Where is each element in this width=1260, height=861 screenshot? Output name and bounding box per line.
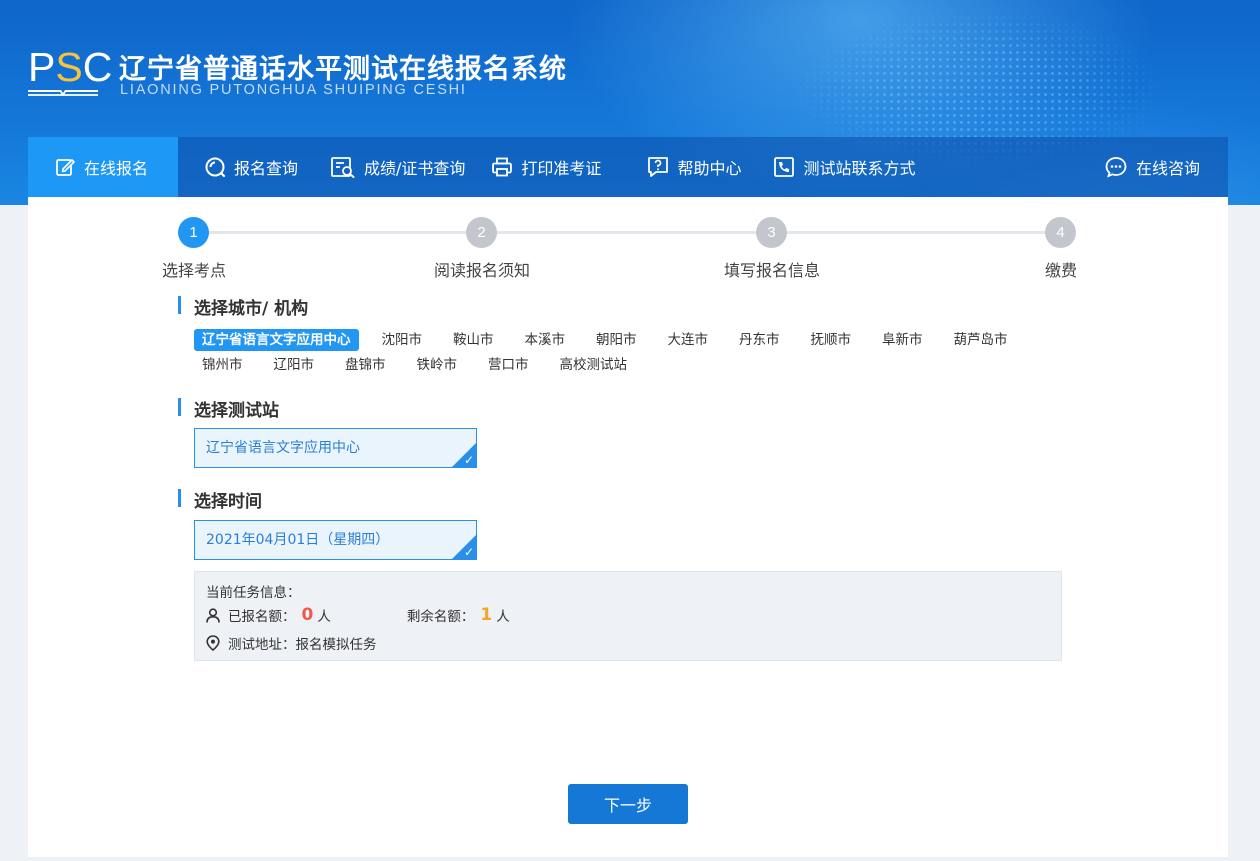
nav-score-certificate-query[interactable]: 成绩/证书查询 [330,137,465,197]
city-option[interactable]: 抚顺市 [803,329,860,351]
city-option[interactable]: 高校测试站 [552,354,636,376]
city-option[interactable]: 丹东市 [731,329,788,351]
registered-count: 0 [301,605,314,625]
city-selector: 辽宁省语言文字应用中心 沈阳市 鞍山市 本溪市 朝阳市 大连市 丹东市 抚顺市 … [194,327,1074,377]
step-2-circle: 2 [466,217,497,248]
task-info-heading: 当前任务信息： [206,585,301,601]
chat-icon [1105,157,1127,178]
site-title: 辽宁省普通话水平测试在线报名系统 [119,54,567,85]
time-section-title: 选择时间 [178,487,262,512]
address-label: 测试地址： [228,637,296,653]
city-option[interactable]: 阜新市 [874,329,931,351]
nav-online-registration[interactable]: 在线报名 [28,137,178,197]
check-icon: ✓ [463,453,474,467]
header-banner: PSC 辽宁省普通话水平测试在线报名系统 LIAONING PUTONGHUA … [0,0,1260,205]
city-option[interactable]: 铁岭市 [409,354,466,376]
remaining-label: 剩余名额： [406,609,475,625]
quota-row: 已报名额： 0 人 剩余名额： 1 人 [206,605,510,625]
city-option[interactable]: 辽阳市 [266,354,323,376]
nav-label: 打印准考证 [521,159,602,178]
logo-letters: PSC [28,44,113,90]
step-1-label: 选择考点 [161,261,227,280]
address-value: 报名模拟任务 [295,637,377,653]
test-station-value: 辽宁省语言文字应用中心 [206,440,360,456]
certificate-search-icon [331,157,355,178]
psc-logo[interactable]: PSC [28,44,113,99]
help-icon [648,157,669,177]
test-station-option[interactable]: 辽宁省语言文字应用中心 ✓ [194,428,477,468]
nav-label: 报名查询 [234,159,299,178]
address-row: 测试地址： 报名模拟任务 [206,633,377,653]
search-icon [205,157,226,178]
nav-label: 测试站联系方式 [803,159,916,178]
nav-label: 在线报名 [83,159,148,178]
progress-steps: 1 选择考点 2 阅读报名须知 3 填写报名信息 4 缴费 [28,197,1228,287]
nav-help-center[interactable]: 帮助中心 [647,137,741,197]
city-row: 辽宁省语言文字应用中心 沈阳市 鞍山市 本溪市 朝阳市 大连市 丹东市 抚顺市 … [194,327,1074,352]
step-1-circle: 1 [178,217,209,248]
printer-icon [492,157,513,177]
city-section-title: 选择城市/ 机构 [178,294,308,319]
task-info-box: 当前任务信息： 已报名额： 0 人 剩余名额： 1 人 测试地址： 报名模拟任务 [194,571,1062,661]
step-track [194,231,1062,234]
registration-panel: 1 选择考点 2 阅读报名须知 3 填写报名信息 4 缴费 选择城市/ 机构 辽… [28,197,1228,857]
nav-label: 成绩/证书查询 [364,159,466,178]
test-time-value: 2021年04月01日（星期四） [206,532,390,548]
phone-icon [774,157,795,177]
nav-print-admission-ticket[interactable]: 打印准考证 [491,137,601,197]
check-icon: ✓ [463,545,474,559]
city-row: 锦州市 辽阳市 盘锦市 铁岭市 营口市 高校测试站 [194,352,1074,377]
city-option[interactable]: 本溪市 [517,329,574,351]
remaining-count: 1 [480,605,493,625]
nav-station-contacts[interactable]: 测试站联系方式 [773,137,915,197]
city-option[interactable]: 沈阳市 [374,329,431,351]
nav-label: 帮助中心 [677,159,742,178]
step-4-label: 缴费 [1044,261,1078,280]
book-icon [28,90,98,96]
registered-unit: 人 [317,609,331,625]
step-3-label: 填写报名信息 [723,261,821,280]
edit-icon [56,159,75,176]
next-step-button[interactable]: 下一步 [568,784,688,824]
city-option[interactable]: 朝阳市 [588,329,645,351]
location-pin-icon [206,635,220,651]
step-3-circle: 3 [756,217,787,248]
remaining-unit: 人 [496,609,510,625]
site-subtitle: LIAONING PUTONGHUA SHUIPING CESHI [120,82,467,98]
station-section-title: 选择测试站 [178,396,279,421]
city-option[interactable]: 营口市 [480,354,537,376]
city-option[interactable]: 锦州市 [194,354,251,376]
city-option[interactable]: 葫芦岛市 [946,329,1016,351]
nav-label: 在线咨询 [1135,159,1200,178]
nav-online-consult[interactable]: 在线咨询 [1104,137,1200,197]
registered-label: 已报名额： [228,609,296,625]
city-option[interactable]: 盘锦市 [337,354,394,376]
step-2-label: 阅读报名须知 [433,261,531,280]
test-time-option[interactable]: 2021年04月01日（星期四） ✓ [194,520,477,560]
main-nav: 在线报名 报名查询 成绩/证书查询 打印准考证 帮助中心 测试站联系方式 在线咨… [28,137,1228,197]
city-option[interactable]: 大连市 [660,329,717,351]
city-option[interactable]: 辽宁省语言文字应用中心 [194,328,359,351]
step-4-circle: 4 [1045,217,1076,248]
city-option[interactable]: 鞍山市 [445,329,502,351]
user-icon [206,607,220,623]
nav-registration-query[interactable]: 报名查询 [204,137,298,197]
